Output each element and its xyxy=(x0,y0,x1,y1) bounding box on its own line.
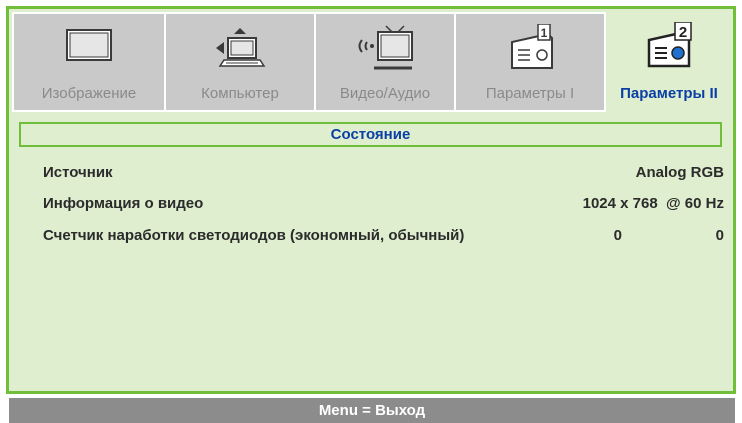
video-info-value: 1024 x 768 @ 60 Hz xyxy=(582,195,724,212)
video-audio-icon xyxy=(352,24,418,72)
tab-image-label: Изображение xyxy=(41,85,137,102)
section-title: Состояние xyxy=(19,122,722,147)
projector-settings-1-icon: 1 xyxy=(498,24,562,74)
tab-image[interactable]: Изображение xyxy=(12,12,166,112)
tab-video-audio[interactable]: Видео/Аудио xyxy=(314,12,456,112)
led-hours-label: Счетчик наработки светодиодов (экономный… xyxy=(43,227,465,244)
tab-settings-1-label: Параметры I xyxy=(485,85,575,102)
source-label: Источник xyxy=(43,164,113,181)
tab-bar: Изображение Компьютер Видео/Аудио 1 Пара… xyxy=(12,12,730,112)
osd-menu-frame: Изображение Компьютер Видео/Аудио 1 Пара… xyxy=(6,6,736,394)
footer-hint: Menu = Выход xyxy=(9,398,735,423)
computer-icon xyxy=(210,24,270,72)
svg-text:2: 2 xyxy=(679,24,687,41)
tab-settings-1[interactable]: 1 Параметры I xyxy=(454,12,606,112)
tab-computer-label: Компьютер xyxy=(201,85,279,102)
tab-settings-2-label: Параметры II xyxy=(620,85,718,102)
tab-computer[interactable]: Компьютер xyxy=(164,12,316,112)
info-row-video-info: Информация о видео 1024 x 768 @ 60 Hz xyxy=(43,192,724,216)
led-hours-eco-value: 0 xyxy=(613,227,622,244)
led-hours-normal-value: 0 xyxy=(715,227,724,244)
svg-text:1: 1 xyxy=(541,26,548,40)
info-row-led-hours: Счетчик наработки светодиодов (экономный… xyxy=(43,224,724,248)
source-value: Analog RGB xyxy=(635,164,724,181)
video-info-label: Информация о видео xyxy=(43,195,204,212)
monitor-icon xyxy=(63,24,115,68)
info-row-source: Источник Analog RGB xyxy=(43,161,724,185)
tab-video-audio-label: Видео/Аудио xyxy=(339,85,431,102)
projector-settings-2-icon: 2 xyxy=(637,22,701,72)
tab-settings-2[interactable]: 2 Параметры II xyxy=(608,12,730,112)
